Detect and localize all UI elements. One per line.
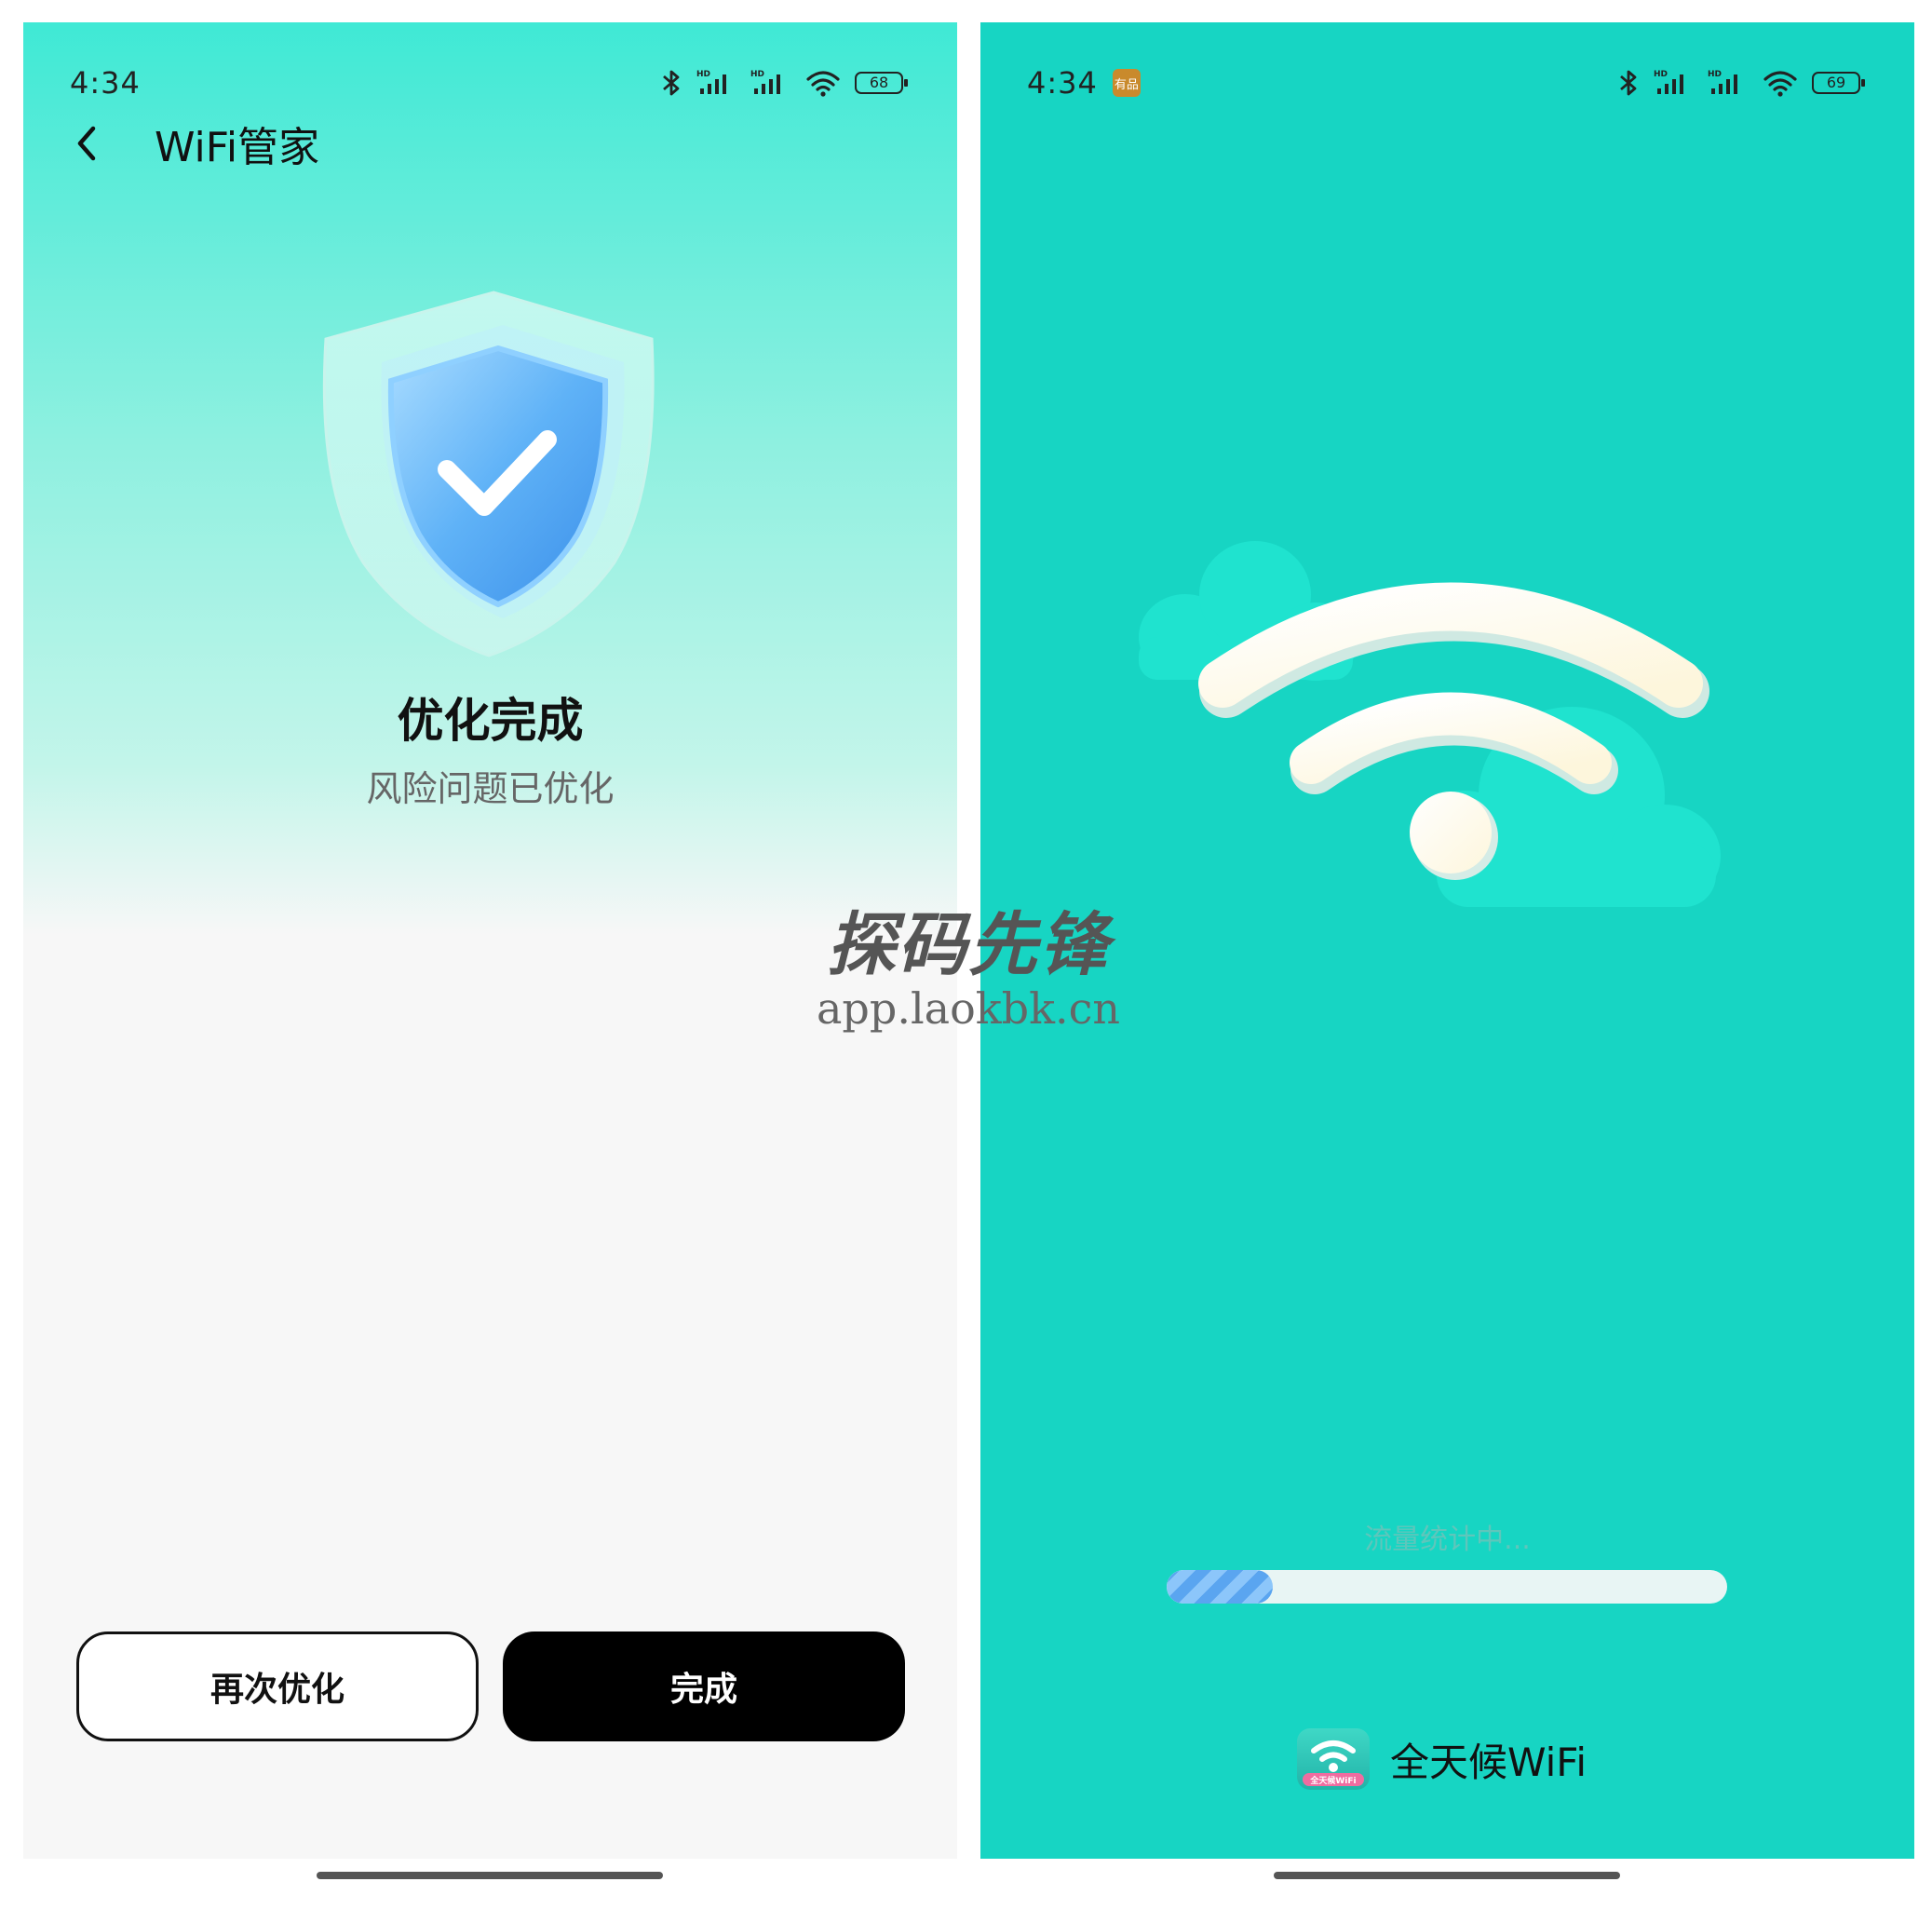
svg-text:HD: HD — [1654, 70, 1668, 79]
header: WiFi管家 — [74, 115, 319, 171]
wifi-status-icon — [806, 71, 840, 97]
svg-text:HD: HD — [750, 70, 764, 79]
progress-fill — [1167, 1570, 1274, 1604]
signal-hd-icon-2: HD — [1708, 70, 1737, 94]
app-logo: 全天候WiFi — [1297, 1728, 1370, 1790]
svg-text:HD: HD — [1708, 70, 1722, 79]
app-logo-text: 全天候WiFi — [1309, 1775, 1356, 1786]
watermark-url: app.laokbk.cn — [817, 983, 1120, 1034]
wifi-status-icon — [1763, 71, 1797, 97]
shield-check-icon — [307, 274, 680, 665]
signal-hd-icon: HD — [1654, 70, 1683, 94]
watermark: 探码先锋 app.laokbk.cn — [810, 889, 1127, 1034]
result-subtitle: 风险问题已优化 — [366, 768, 615, 809]
status-left: 4:34 有品 — [1027, 65, 1141, 101]
signal-hd-icon: HD — [696, 70, 726, 94]
status-time: 4:34 — [70, 65, 141, 101]
loading-text: 流量统计中... — [1364, 1523, 1531, 1556]
status-time: 4:34 — [1027, 65, 1098, 101]
status-icons: HD HD 69 — [1616, 68, 1865, 98]
brand: 全天候WiFi 全天候WiFi — [1297, 1728, 1587, 1790]
page-title: WiFi管家 — [155, 124, 320, 171]
done-button[interactable]: 完成 — [503, 1631, 905, 1741]
bluetooth-icon — [663, 70, 680, 96]
status-icons: HD HD 68 — [659, 68, 908, 98]
svg-text:HD: HD — [696, 70, 710, 79]
chevron-left-icon — [77, 126, 96, 161]
watermark-cn: 探码先锋 — [827, 905, 1110, 985]
battery-icon: 68 — [855, 72, 908, 94]
brand-name: 全天候WiFi — [1390, 1739, 1587, 1785]
bluetooth-icon — [1620, 70, 1637, 96]
progress-bar — [1167, 1570, 1727, 1604]
battery-icon: 69 — [1812, 72, 1865, 94]
back-button[interactable] — [74, 115, 112, 171]
status-app-badge: 有品 — [1112, 69, 1141, 97]
status-bar: 4:34 有品 HD HD 69 — [1027, 60, 1865, 106]
result-title: 优化完成 — [397, 694, 584, 748]
home-indicator[interactable] — [317, 1872, 663, 1879]
optimize-again-button[interactable]: 再次优化 — [76, 1631, 479, 1741]
signal-hd-icon-2: HD — [750, 70, 780, 94]
status-bar: 4:34 HD HD 68 — [70, 60, 908, 106]
home-indicator-2[interactable] — [1274, 1872, 1620, 1879]
wifi-cloud-illustration — [1129, 535, 1763, 954]
